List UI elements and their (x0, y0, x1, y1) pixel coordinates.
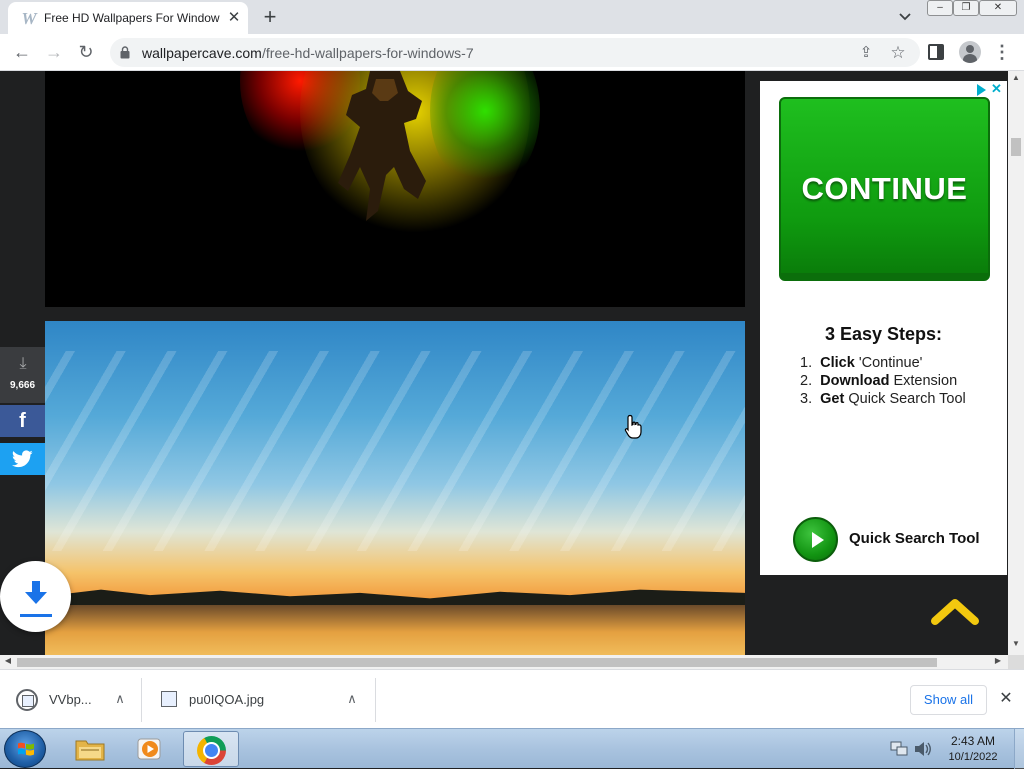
url-host: wallpapercave.com (142, 45, 262, 61)
explorer-icon (75, 740, 105, 761)
side-panel-icon[interactable] (928, 44, 944, 60)
media-player-icon (137, 738, 161, 760)
window-maximize-button[interactable]: ❐ (953, 0, 979, 16)
chevron-up-icon[interactable] (931, 597, 979, 627)
play-icon[interactable] (793, 517, 838, 562)
image-file-icon (161, 691, 177, 707)
facebook-icon[interactable]: f (0, 405, 45, 437)
scroll-thumb[interactable] (1011, 138, 1021, 156)
scroll-thumb[interactable] (17, 658, 937, 667)
chevron-up-icon[interactable]: ∧ (110, 688, 130, 710)
kebab-menu-icon[interactable]: ⋮ (992, 39, 1012, 65)
browser-tab[interactable]: W Free HD Wallpapers For Windows 7 ✕ (8, 2, 248, 34)
star-icon[interactable]: ☆ (886, 41, 910, 65)
windows-taskbar: 2:43 AM 10/1/2022 (0, 728, 1024, 769)
chrome-icon (197, 736, 226, 765)
address-bar[interactable]: wallpapercave.com /free-hd-wallpapers-fo… (110, 38, 920, 67)
clock-date[interactable]: 10/1/2022 (942, 751, 1004, 763)
product-label[interactable]: Quick Search Tool (849, 530, 980, 547)
advertisement: ✕ CONTINUE 3 Easy Steps: 1. Click 'Conti… (760, 81, 1007, 575)
browser-toolbar: ← → ↻ wallpapercave.com /free-hd-wallpap… (0, 34, 1024, 71)
volume-icon[interactable] (914, 741, 932, 757)
wallpaper-image[interactable] (45, 71, 745, 307)
download-count: 9,666 (9, 380, 36, 391)
hand-cursor-icon (624, 414, 642, 439)
step-item: 2. Download Extension (800, 373, 958, 389)
step-item: 3. Get Quick Search Tool (800, 391, 966, 407)
windows-start-icon[interactable] (4, 730, 46, 768)
show-all-button[interactable]: Show all (910, 685, 987, 715)
window-close-button[interactable]: ✕ (979, 0, 1017, 16)
window-minimize-button[interactable]: – (927, 0, 953, 16)
vertical-scrollbar[interactable]: ▲ ▼ (1008, 71, 1024, 655)
tab-strip: W Free HD Wallpapers For Windows 7 ✕ + –… (0, 0, 1024, 34)
plus-icon[interactable]: + (258, 5, 282, 29)
wallpapercave-favicon: W (21, 9, 37, 28)
wallpaper-image[interactable] (45, 321, 745, 655)
page-viewport: ⤓ 9,666 f ✕ CONTINUE 3 Easy Steps: 1. Cl… (0, 71, 1008, 655)
clock-time[interactable]: 2:43 AM (942, 734, 1004, 748)
step-item: 1. Click 'Continue' (800, 355, 923, 371)
close-icon[interactable]: ✕ (224, 8, 244, 28)
url-path: /free-hd-wallpapers-for-windows-7 (262, 45, 474, 61)
download-filename: pu0IQOA.jpg (189, 692, 265, 707)
scroll-left-arrow[interactable]: ◀ (2, 656, 14, 668)
scrollbar-corner (1008, 655, 1024, 669)
taskbar-media-player[interactable] (123, 731, 179, 767)
share-icon[interactable]: ⇪ (854, 41, 878, 65)
adchoices-icon[interactable]: ✕ (977, 81, 1005, 97)
show-desktop-button[interactable] (1014, 729, 1024, 769)
download-icon: ⤓ (19, 355, 27, 372)
download-shelf: VVbp... ∧ pu0IQOA.jpg ∧ Show all ✕ (0, 669, 1024, 728)
scroll-right-arrow[interactable]: ▶ (992, 656, 1004, 668)
download-filename: VVbp... (49, 692, 92, 707)
lock-icon[interactable] (120, 46, 130, 59)
tab-title: Free HD Wallpapers For Windows 7 (44, 11, 220, 25)
twitter-icon[interactable] (0, 443, 45, 475)
reload-icon[interactable]: ↻ (72, 39, 100, 65)
network-icon[interactable] (890, 741, 908, 757)
taskbar-explorer[interactable] (63, 731, 119, 767)
warrior-figure (338, 71, 426, 221)
chevron-up-icon[interactable]: ∧ (342, 688, 362, 710)
steps-title: 3 Easy Steps: (824, 324, 943, 344)
continue-button[interactable]: CONTINUE (779, 97, 990, 281)
scroll-up-arrow[interactable]: ▲ (1008, 73, 1024, 85)
scroll-down-arrow[interactable]: ▼ (1008, 639, 1024, 651)
continue-label: CONTINUE (801, 171, 968, 206)
chevron-down-icon[interactable] (893, 6, 917, 28)
back-arrow-icon[interactable]: ← (8, 39, 36, 65)
download-item[interactable]: pu0IQOA.jpg ∧ (143, 678, 376, 722)
floating-download-button[interactable] (0, 561, 71, 632)
image-file-icon (16, 689, 38, 711)
horizontal-scrollbar[interactable]: ◀ ▶ (0, 655, 1008, 669)
download-icon (25, 581, 47, 604)
close-icon[interactable]: ✕ (996, 688, 1016, 710)
profile-icon[interactable] (959, 41, 981, 63)
download-count-button[interactable]: ⤓ 9,666 (0, 347, 45, 403)
taskbar-chrome[interactable] (183, 731, 239, 767)
download-item[interactable]: VVbp... ∧ (0, 678, 142, 722)
forward-arrow-icon[interactable]: → (40, 39, 68, 65)
